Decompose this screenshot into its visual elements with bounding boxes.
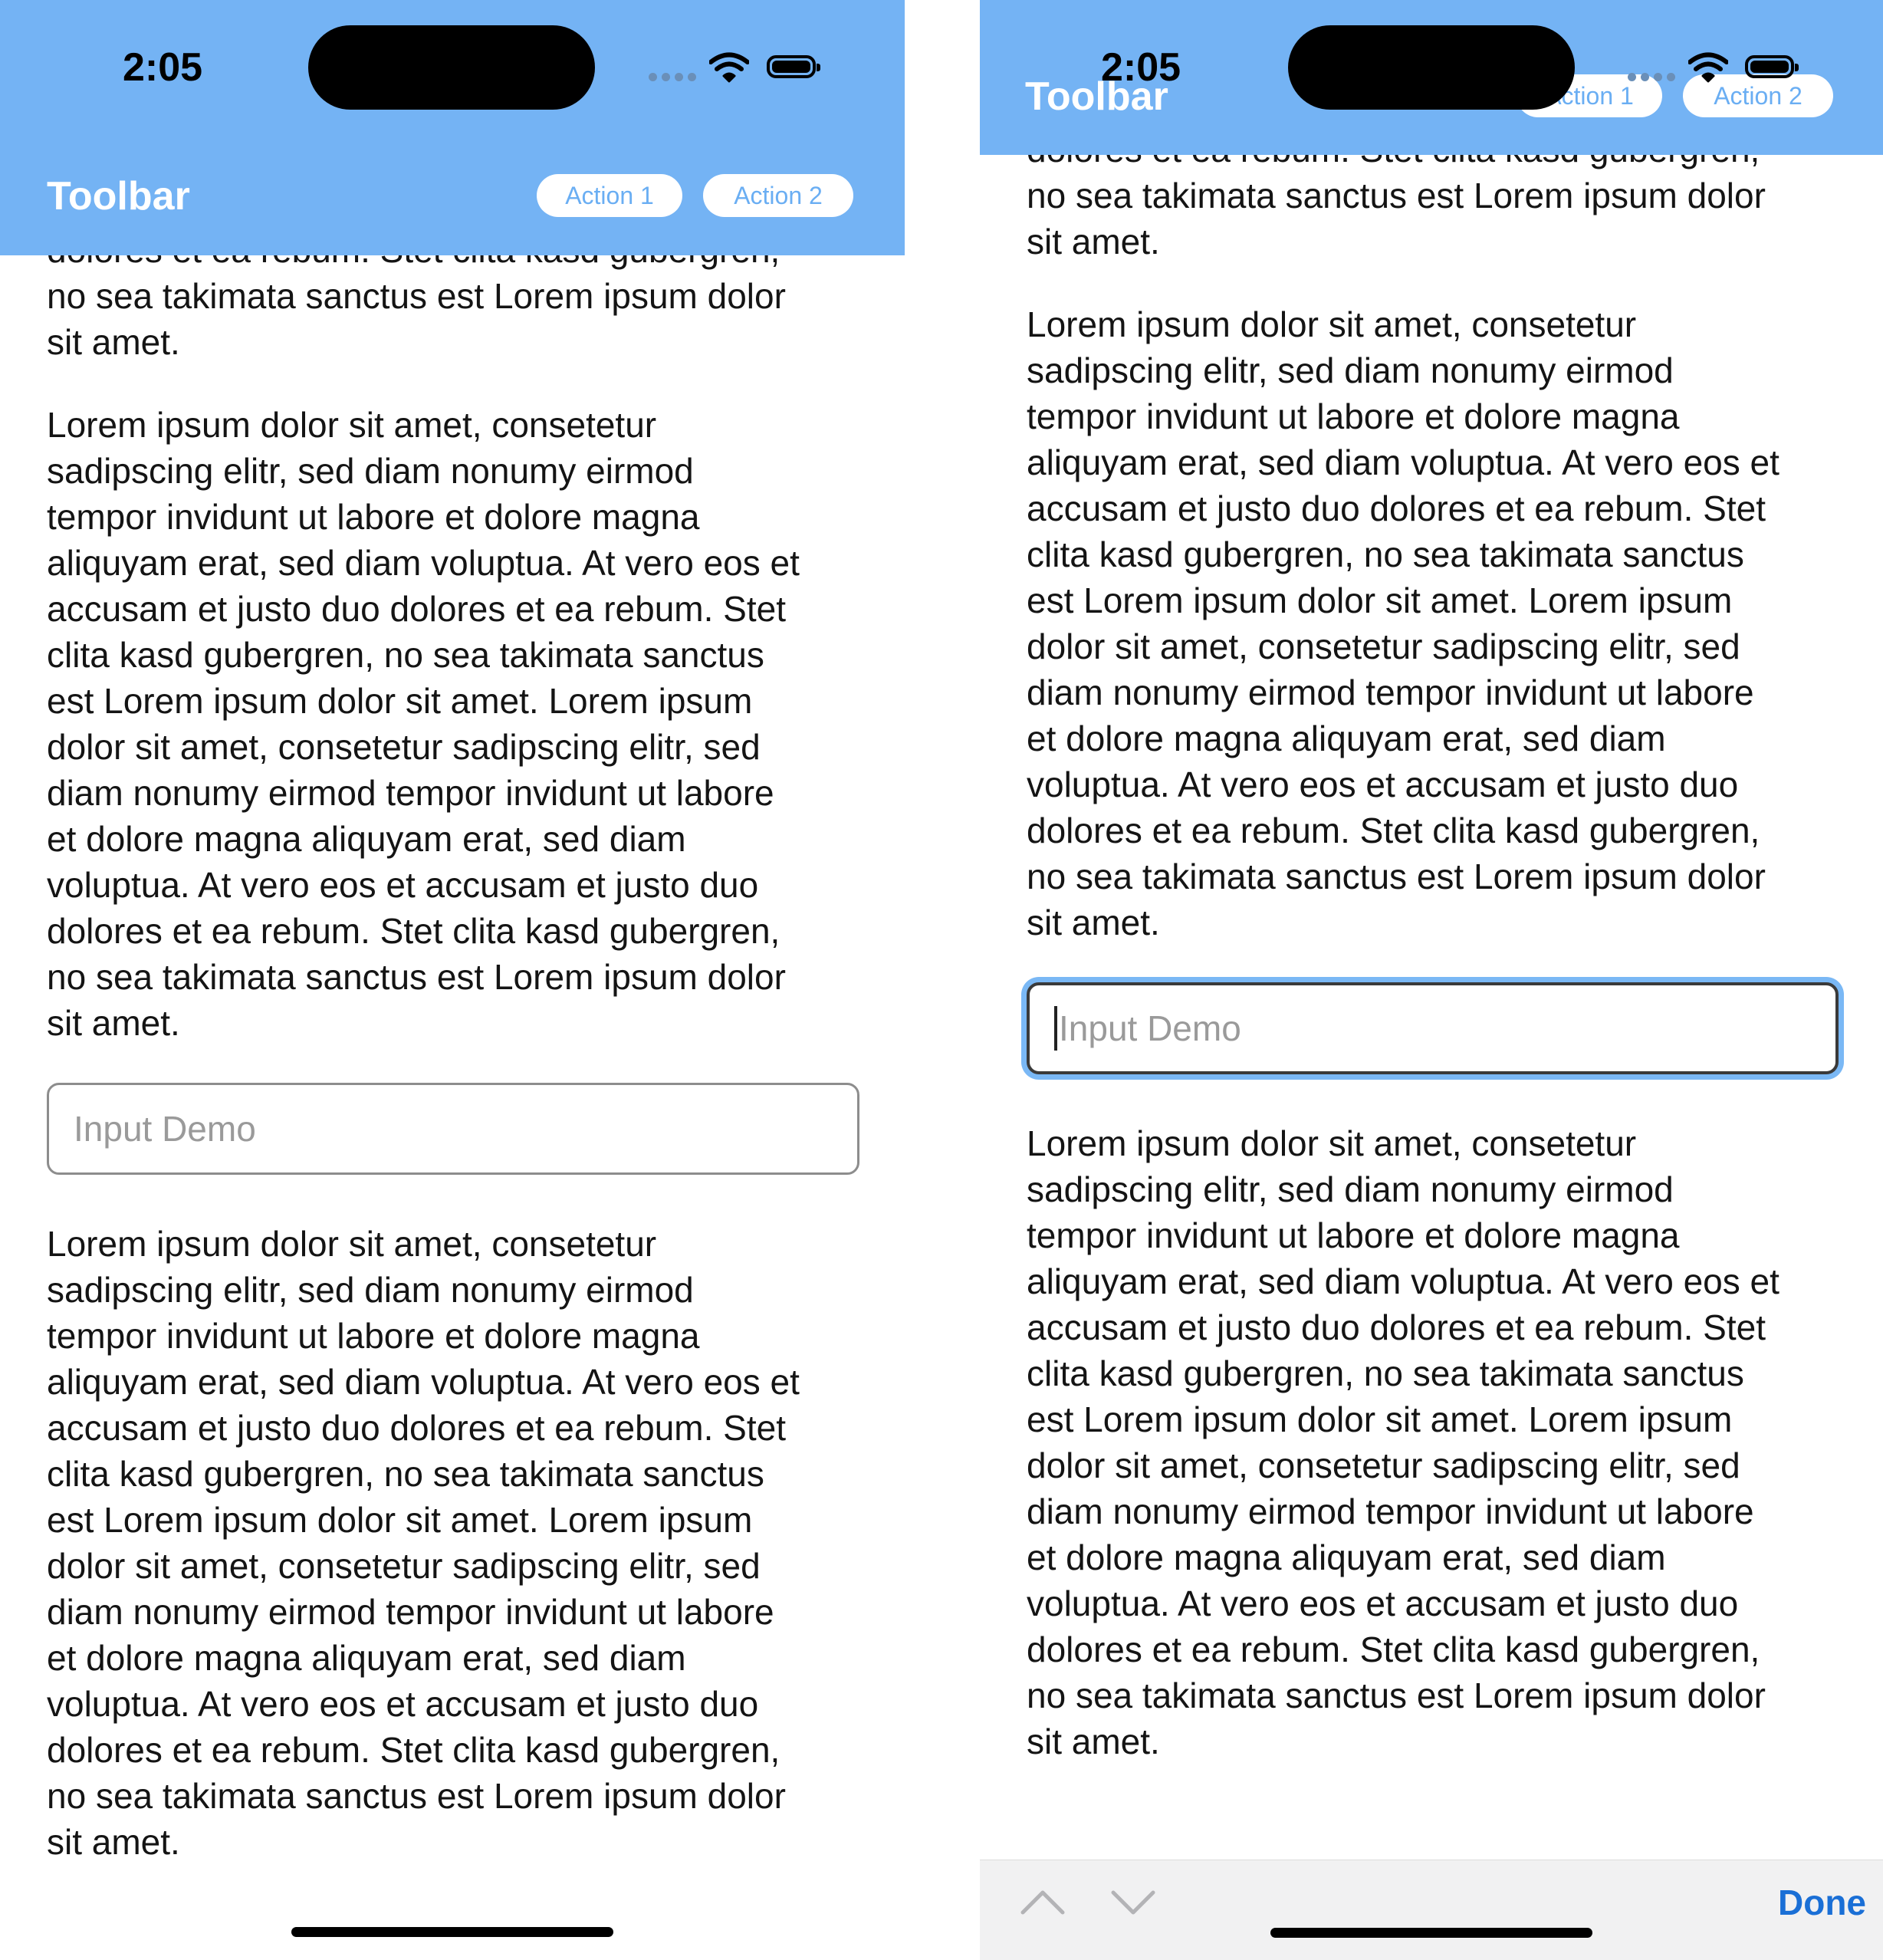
- action-2-button[interactable]: Action 2: [703, 174, 853, 217]
- wifi-icon: [1688, 52, 1728, 83]
- paragraph: Lorem ipsum dolor sit amet, consetetur s…: [47, 1224, 800, 1862]
- scroll-content[interactable]: dolores et ea rebum. Stet clita kasd gub…: [47, 227, 859, 1902]
- done-button[interactable]: Done: [1778, 1882, 1866, 1923]
- input-demo-field-focused[interactable]: Input Demo: [1027, 982, 1839, 1074]
- chevron-up-icon[interactable]: [1020, 1886, 1066, 1917]
- action-1-button[interactable]: Action 1: [537, 174, 682, 217]
- toolbar-header: Toolbar Action 1 Action 2 2:05: [980, 0, 1883, 155]
- chevron-down-icon[interactable]: [1110, 1886, 1156, 1917]
- status-time: 2:05: [1101, 45, 1181, 90]
- battery-icon: [1745, 55, 1799, 78]
- paragraph: Lorem ipsum dolor sit amet, consetetur s…: [1027, 304, 1779, 942]
- cellular-signal-icon: [1628, 73, 1675, 81]
- battery-icon: [767, 55, 820, 78]
- input-placeholder: Input Demo: [74, 1109, 256, 1149]
- paragraph: Lorem ipsum dolor sit amet, consetetur s…: [1027, 1123, 1779, 1761]
- input-demo-field[interactable]: Input Demo: [47, 1083, 859, 1175]
- scroll-content[interactable]: dolores et ea rebum. Stet clita kasd gub…: [1027, 127, 1839, 1801]
- status-time: 2:05: [123, 45, 203, 90]
- cellular-signal-icon: [649, 73, 696, 81]
- input-placeholder: Input Demo: [1059, 1008, 1241, 1048]
- screenshot-gutter: [905, 0, 980, 1960]
- wifi-icon: [709, 52, 749, 83]
- toolbar-title: Toolbar: [47, 174, 190, 219]
- paragraph: Lorem ipsum dolor sit amet, consetetur s…: [47, 405, 800, 1043]
- text-cursor: [1054, 1006, 1057, 1051]
- dynamic-island: [1288, 25, 1575, 110]
- dynamic-island: [308, 25, 595, 110]
- toolbar-header: 2:05 Toolbar Action 1 Action 2: [0, 0, 905, 255]
- phone-screen-unfocused: dolores et ea rebum. Stet clita kasd gub…: [0, 0, 905, 1960]
- home-indicator[interactable]: [291, 1927, 613, 1937]
- phone-screen-focused: dolores et ea rebum. Stet clita kasd gub…: [980, 0, 1883, 1960]
- home-indicator[interactable]: [1270, 1928, 1592, 1938]
- keyboard-accessory-bar: Done: [980, 1860, 1883, 1960]
